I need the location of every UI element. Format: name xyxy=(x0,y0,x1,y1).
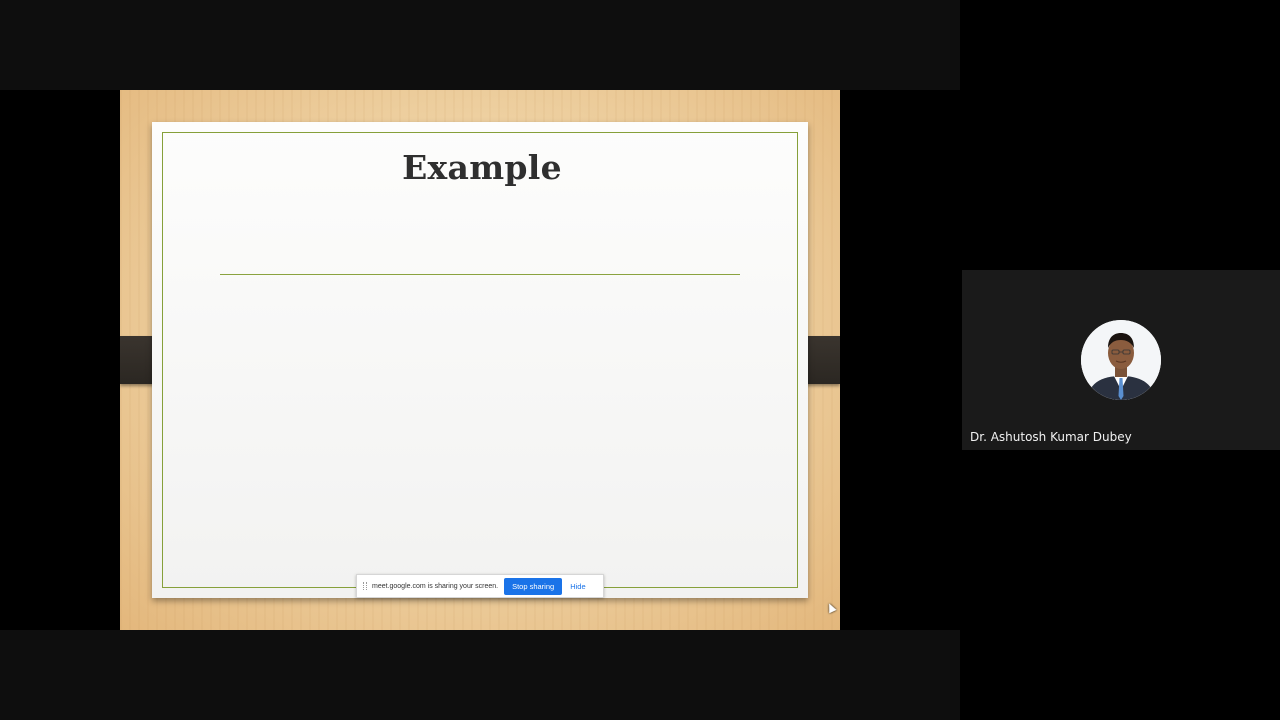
slide-border xyxy=(162,132,798,588)
slide-title: Example xyxy=(402,148,562,187)
person-avatar-icon xyxy=(1081,320,1161,400)
screen-share-bar: meet.google.com is sharing your screen. … xyxy=(356,574,604,598)
title-underline xyxy=(220,274,740,275)
shared-screen: Example meet.google.com is sharing your … xyxy=(120,90,840,630)
participant-tile[interactable]: Dr. Ashutosh Kumar Dubey xyxy=(962,270,1280,450)
participant-name: Dr. Ashutosh Kumar Dubey xyxy=(970,430,1132,444)
stop-sharing-button[interactable]: Stop sharing xyxy=(504,577,563,595)
presentation-slide: Example xyxy=(152,122,808,598)
participant-avatar xyxy=(1081,320,1161,400)
hide-button[interactable]: Hide xyxy=(570,582,585,591)
sharing-message: meet.google.com is sharing your screen. xyxy=(372,582,499,590)
drag-handle-icon[interactable] xyxy=(363,582,367,590)
